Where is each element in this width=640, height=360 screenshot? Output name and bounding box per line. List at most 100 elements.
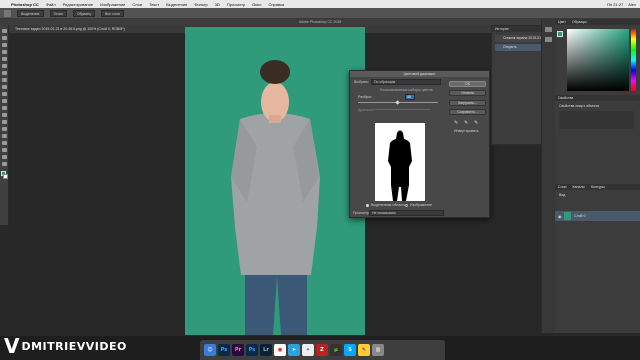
select-value: По образцам xyxy=(374,80,396,84)
menu-edit[interactable]: Редактирование xyxy=(63,2,93,7)
panel-fg-swatch[interactable] xyxy=(557,31,563,37)
option-select-4[interactable]: Все слои xyxy=(100,9,124,17)
quick-select-tool-icon[interactable] xyxy=(2,50,7,54)
tab-swatches[interactable]: Образцы xyxy=(572,19,587,25)
panel-icon-dock xyxy=(541,19,555,333)
menu-select[interactable]: Выделение xyxy=(166,2,187,7)
premiere-icon[interactable]: Pr xyxy=(232,344,244,356)
background-color-swatch[interactable] xyxy=(3,174,8,179)
eyedropper-plus-icon[interactable]: ✎ xyxy=(464,120,468,126)
shape-tool-icon[interactable] xyxy=(2,148,7,152)
eyedropper-tool-icon[interactable] xyxy=(2,64,7,68)
option-select-3[interactable]: Образец xyxy=(72,9,95,17)
menu-user[interactable]: Alex xyxy=(628,2,636,7)
tab-channels[interactable]: Каналы xyxy=(573,184,585,190)
menu-clock[interactable]: Пн 21:27 xyxy=(607,2,623,7)
cancel-button[interactable]: Отмена xyxy=(449,90,486,96)
fuzziness-value: 40 xyxy=(407,95,411,99)
lasso-tool-icon[interactable] xyxy=(2,43,7,47)
invert-checkbox[interactable]: Инвертировать xyxy=(454,129,479,133)
select-label: Выбрать: xyxy=(354,80,370,84)
menu-type[interactable]: Текст xyxy=(149,2,159,7)
color-panel-tabs: Цвет Образцы xyxy=(555,19,640,25)
filezilla-icon[interactable]: Z xyxy=(316,344,328,356)
range-label: Диапазон: xyxy=(358,108,375,112)
document-canvas[interactable] xyxy=(185,27,365,335)
save-button[interactable]: Сохранить... xyxy=(449,109,486,115)
tab-properties[interactable]: Свойства xyxy=(558,95,573,101)
option-select-2[interactable]: Тотал xyxy=(49,9,67,17)
path-select-tool-icon[interactable] xyxy=(2,141,7,145)
photoshop-icon[interactable]: Ps xyxy=(218,344,230,356)
move-tool-icon[interactable] xyxy=(2,29,7,33)
healing-tool-icon[interactable] xyxy=(2,71,7,75)
hue-slider[interactable] xyxy=(631,29,636,91)
photoshop2-icon[interactable]: Ps xyxy=(246,344,258,356)
menu-app-name[interactable]: Photoshop CC xyxy=(11,2,39,7)
menu-image[interactable]: Изображение xyxy=(100,2,125,7)
menu-filter[interactable]: Фильтр xyxy=(194,2,207,7)
properties-body xyxy=(559,111,634,129)
stamp-tool-icon[interactable] xyxy=(2,85,7,89)
menu-view[interactable]: Просмотр xyxy=(227,2,245,7)
visibility-eye-icon[interactable]: ◉ xyxy=(558,214,562,219)
menu-window[interactable]: Окно xyxy=(252,2,261,7)
localized-checkbox-label[interactable]: Локализованные наборы цветов xyxy=(380,88,433,92)
crop-tool-icon[interactable] xyxy=(2,57,7,61)
trash-icon[interactable]: ▥ xyxy=(372,344,384,356)
tab-color[interactable]: Цвет xyxy=(558,19,566,25)
layers-panel-tabs: Слои Каналы Контуры xyxy=(555,184,640,190)
properties-title: Свойства смарт-объекта xyxy=(559,104,600,108)
actions-panel-icon[interactable] xyxy=(545,37,552,42)
history-brush-tool-icon[interactable] xyxy=(2,92,7,96)
fuzziness-slider-handle[interactable] xyxy=(395,100,400,105)
tab-paths[interactable]: Контуры xyxy=(591,184,605,190)
option-select-1[interactable]: Выделение xyxy=(17,9,44,17)
radio-selection[interactable] xyxy=(366,204,369,207)
load-button[interactable]: Загрузить... xyxy=(449,100,486,106)
ok-button[interactable]: OK xyxy=(449,81,486,87)
properties-panel-tabs: Свойства xyxy=(555,95,640,101)
brush-tool-icon[interactable] xyxy=(2,78,7,82)
fuzziness-input[interactable]: 40 xyxy=(405,94,415,100)
eyedropper-minus-icon[interactable]: ✎ xyxy=(474,120,478,126)
eyedropper-icon[interactable]: ✎ xyxy=(454,120,458,126)
finder-icon[interactable]: ☺ xyxy=(204,344,216,356)
gradient-tool-icon[interactable] xyxy=(2,106,7,110)
blur-tool-icon[interactable] xyxy=(2,113,7,117)
range-slider[interactable] xyxy=(375,109,430,110)
tool-preset-icon[interactable] xyxy=(4,9,11,17)
notes-icon[interactable]: ✎ xyxy=(358,344,370,356)
safari-icon[interactable]: ✦ xyxy=(302,344,314,356)
preview-label: Просмотр: xyxy=(353,211,370,215)
dialog-title: Цветовой диапазон xyxy=(350,71,489,77)
select-dropdown[interactable]: По образцам xyxy=(371,79,441,85)
person-photo xyxy=(185,27,365,335)
skype-icon[interactable]: S xyxy=(344,344,356,356)
radio-selection-label: Выделенная область xyxy=(371,203,406,207)
telegram-icon[interactable]: ➤ xyxy=(288,344,300,356)
menu-layers[interactable]: Слои xyxy=(132,2,142,7)
preview-dropdown[interactable]: Не показывать xyxy=(369,210,444,216)
history-panel-icon[interactable] xyxy=(545,27,552,32)
layer-kind-filter[interactable]: Вид xyxy=(559,193,565,197)
color-picker-field[interactable] xyxy=(567,29,629,91)
type-tool-icon[interactable] xyxy=(2,134,7,138)
layer-row[interactable]: ◉ Слой 0 xyxy=(555,211,640,221)
hand-tool-icon[interactable] xyxy=(2,155,7,159)
zoom-tool-icon[interactable] xyxy=(2,162,7,166)
layer-name[interactable]: Слой 0 xyxy=(574,214,585,218)
dodge-tool-icon[interactable] xyxy=(2,120,7,124)
menu-help[interactable]: Справка xyxy=(268,2,284,7)
menu-3d[interactable]: 3D xyxy=(215,2,220,7)
chrome-icon[interactable]: ● xyxy=(274,344,286,356)
radio-image[interactable] xyxy=(405,204,408,207)
tab-layers[interactable]: Слои xyxy=(558,184,567,190)
menu-file[interactable]: Файл xyxy=(46,2,56,7)
eraser-tool-icon[interactable] xyxy=(2,99,7,103)
lightroom-icon[interactable]: Lr xyxy=(260,344,272,356)
fuzziness-label: Разброс: xyxy=(358,95,373,99)
torrent-icon[interactable]: µ xyxy=(330,344,342,356)
marquee-tool-icon[interactable] xyxy=(2,36,7,40)
pen-tool-icon[interactable] xyxy=(2,127,7,131)
